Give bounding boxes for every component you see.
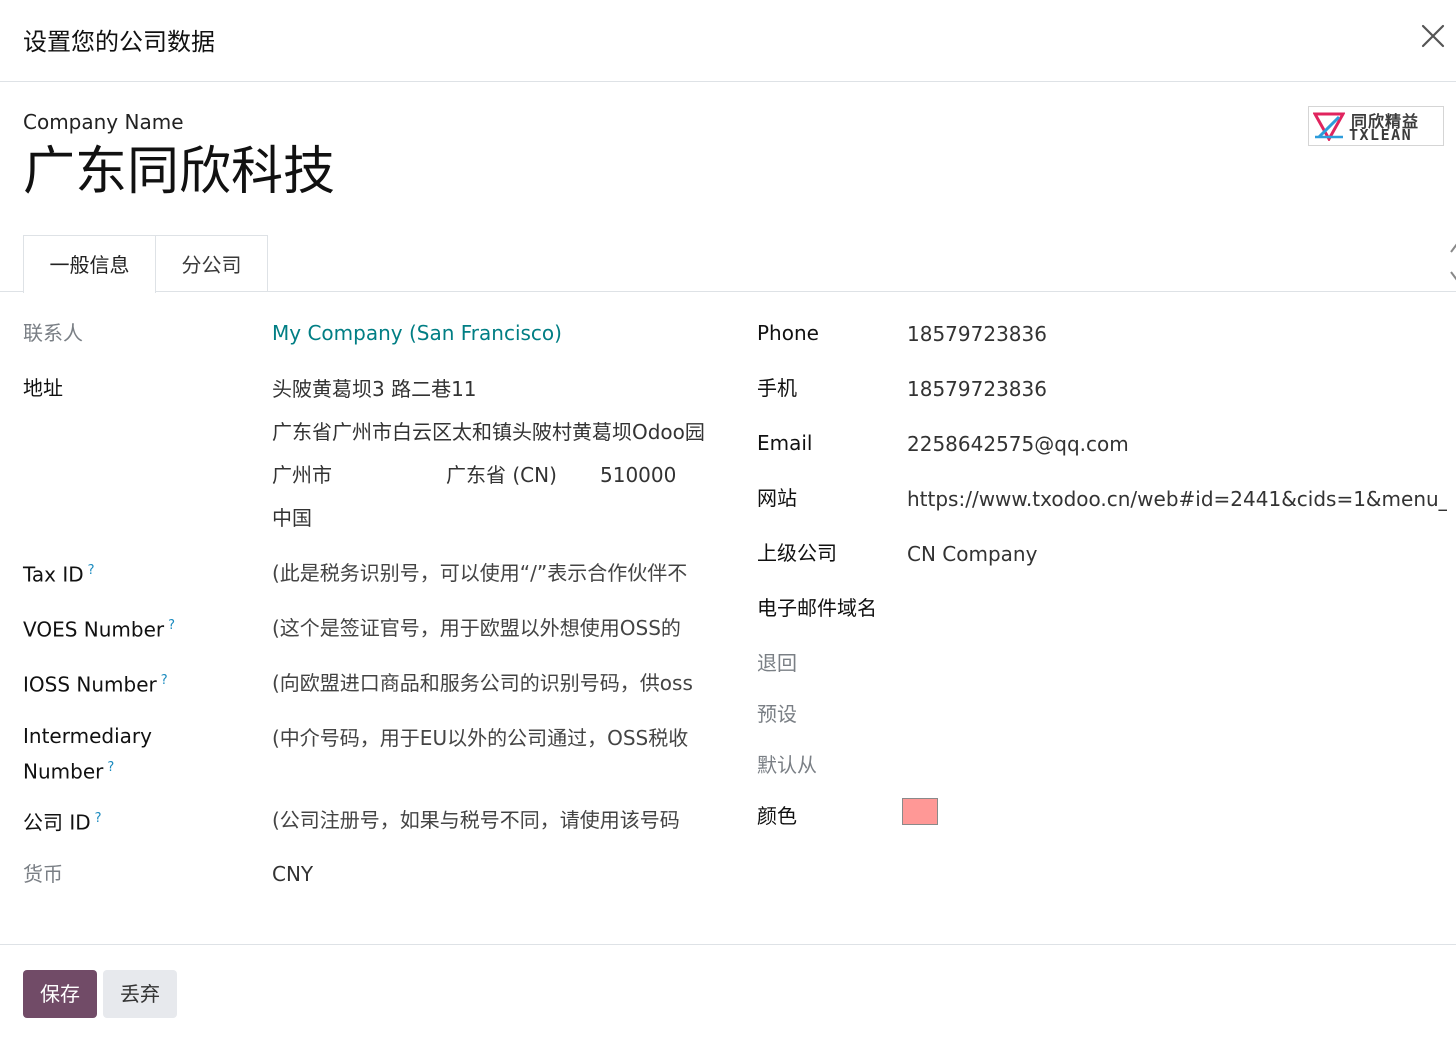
mobile-field[interactable]: 18579723836 xyxy=(907,376,1047,402)
help-icon[interactable]: ? xyxy=(161,673,168,688)
company-id-input[interactable]: (公司注册号，如果与税号不同，请使用该号码 xyxy=(272,807,709,833)
company-name-label: Company Name xyxy=(23,110,184,134)
phone-field[interactable]: 18579723836 xyxy=(907,321,1047,347)
company-logo[interactable]: 同欣精益 TXLEAN xyxy=(1308,106,1444,146)
tab-general-info[interactable]: 一般信息 xyxy=(23,235,156,293)
logo-text-en: TXLEAN xyxy=(1349,126,1413,144)
contact-link[interactable]: My Company (San Francisco) xyxy=(272,320,562,346)
color-swatch[interactable] xyxy=(902,798,938,825)
website-field[interactable]: https://www.txodoo.cn/web#id=2441&cids=1… xyxy=(907,486,1447,512)
dialog-title: 设置您的公司数据 xyxy=(23,28,215,56)
email-field[interactable]: 2258642575@qq.com xyxy=(907,431,1129,457)
street2-field[interactable]: 广东省广州市白云区太和镇头陂村黄葛坝Odoo园 xyxy=(272,419,709,445)
city-field[interactable]: 广州市 xyxy=(272,462,432,488)
help-icon[interactable]: ? xyxy=(168,618,175,633)
catchall-label: 预设 xyxy=(757,702,797,726)
header-divider xyxy=(0,81,1456,82)
currency-field[interactable]: CNY xyxy=(272,861,313,887)
scroll-arrow-icon[interactable] xyxy=(1447,240,1456,284)
parent-company-label: 上级公司 xyxy=(757,541,837,565)
save-button[interactable]: 保存 xyxy=(23,970,97,1018)
tax-id-input[interactable]: (此是税务识别号，可以使用“/”表示合作伙伴不 xyxy=(272,560,709,586)
help-icon[interactable]: ? xyxy=(88,563,95,578)
company-id-label: 公司 ID? xyxy=(23,810,102,835)
website-label: 网站 xyxy=(757,486,797,510)
discard-button[interactable]: 丢弃 xyxy=(103,970,177,1018)
street-field[interactable]: 头陂黄葛坝3 路二巷11 xyxy=(272,376,709,402)
color-label: 颜色 xyxy=(757,804,797,828)
close-icon[interactable] xyxy=(1419,22,1447,50)
country-field[interactable]: 中国 xyxy=(272,505,709,531)
tax-id-label: Tax ID? xyxy=(23,562,95,587)
mobile-label: 手机 xyxy=(757,376,797,400)
currency-label: 货币 xyxy=(23,862,63,886)
parent-company-field[interactable]: CN Company xyxy=(907,541,1037,567)
company-name-field[interactable]: 广东同欣科技 xyxy=(23,142,335,202)
help-icon[interactable]: ? xyxy=(107,760,114,775)
email-label: Email xyxy=(757,431,813,455)
tab-branches[interactable]: 分公司 xyxy=(155,235,268,292)
tab-divider xyxy=(0,291,1456,292)
state-field[interactable]: 广东省 (CN) xyxy=(446,462,586,488)
intermediary-label-line1: Intermediary xyxy=(23,724,152,748)
ioss-number-label: IOSS Number? xyxy=(23,672,168,697)
intermediary-label-line2: Number? xyxy=(23,759,115,784)
footer-divider xyxy=(0,944,1456,945)
phone-label: Phone xyxy=(757,321,819,345)
bounce-label: 退回 xyxy=(757,651,797,675)
ioss-number-input[interactable]: (向欧盟进口商品和服务公司的识别号码，供oss xyxy=(272,670,709,696)
address-label: 地址 xyxy=(23,376,63,400)
intermediary-number-input[interactable]: (中介号码，用于EU以外的公司通过，OSS税收 xyxy=(272,725,709,751)
voes-number-label: VOES Number? xyxy=(23,617,176,642)
txlean-logo-icon xyxy=(1313,112,1345,141)
email-domain-label: 电子邮件域名 xyxy=(757,596,877,620)
voes-number-input[interactable]: (这个是签证官号，用于欧盟以外想使用OSS的 xyxy=(272,615,709,641)
help-icon[interactable]: ? xyxy=(95,811,102,826)
zip-field[interactable]: 510000 xyxy=(600,462,709,488)
contact-label: 联系人 xyxy=(23,321,83,345)
default-from-label: 默认从 xyxy=(757,753,817,777)
